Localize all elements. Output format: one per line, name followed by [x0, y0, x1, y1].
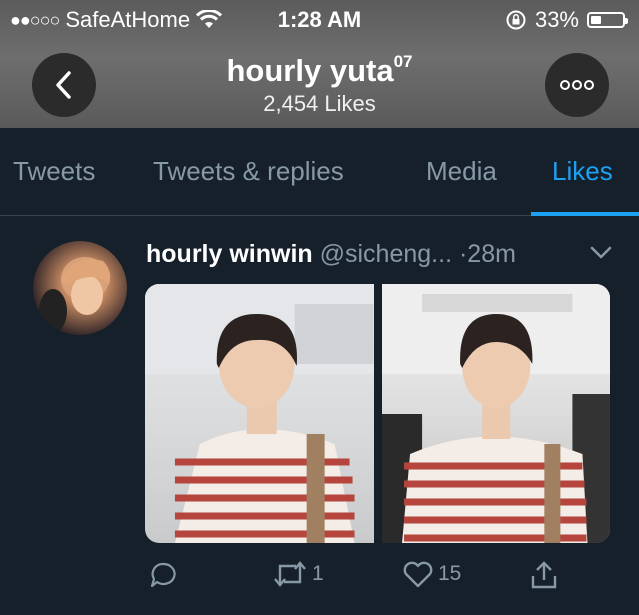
heart-icon	[403, 561, 433, 588]
tweet-actions: 1 15	[0, 560, 639, 594]
retweet-count: 1	[312, 562, 324, 585]
retweet-icon	[274, 561, 306, 587]
likes-count: 2,454 Likes	[263, 91, 376, 116]
tweet-author-handle[interactable]: @sicheng...	[320, 240, 452, 268]
tweet-photo-2[interactable]	[381, 284, 610, 543]
tab-tweets-and-replies[interactable]: Tweets & replies	[153, 156, 344, 187]
share-icon	[531, 561, 557, 589]
page-title: hourly yuta07	[0, 52, 639, 89]
status-right: 33%	[505, 0, 628, 40]
battery-level	[591, 16, 601, 24]
tab-media[interactable]: Media	[426, 156, 497, 187]
avatar-image	[39, 257, 111, 333]
tab-likes[interactable]: Likes	[552, 156, 613, 187]
profile-name-superscript: 07	[393, 52, 413, 71]
share-button[interactable]	[530, 560, 558, 590]
avatar[interactable]	[33, 241, 127, 335]
profile-title-block: hourly yuta07 2,454 Likes	[0, 52, 639, 117]
profile-tabs: Tweets Tweets & replies Media Likes	[0, 128, 639, 216]
tweet-media	[145, 284, 610, 543]
more-icon	[560, 80, 594, 90]
status-bar: ●●○○○ SafeAtHome 1:28 AM 33%	[0, 0, 639, 40]
tab-tweets[interactable]: Tweets	[13, 156, 95, 187]
tweet-timestamp[interactable]: 28m	[467, 240, 516, 268]
battery-icon	[587, 12, 628, 28]
chevron-down-icon[interactable]	[590, 246, 612, 260]
tweet-photo-1[interactable]	[145, 284, 374, 543]
active-tab-indicator	[531, 212, 639, 216]
profile-header: ●●○○○ SafeAtHome 1:28 AM 33% hourly yuta…	[0, 0, 639, 128]
reply-icon	[150, 562, 176, 588]
tweet-author-name[interactable]: hourly winwin	[146, 240, 313, 268]
like-button[interactable]: 15	[402, 560, 461, 588]
photo-1-image	[145, 284, 374, 543]
battery-percent: 33%	[534, 7, 579, 32]
reply-button[interactable]	[148, 560, 182, 590]
tweet-header: hourly winwin @sicheng... ·28m	[146, 240, 516, 269]
profile-name: hourly yuta	[226, 53, 394, 88]
more-options-button[interactable]	[545, 53, 609, 117]
retweet-button[interactable]: 1	[272, 560, 324, 588]
like-count: 15	[438, 562, 462, 585]
photo-2-image	[381, 284, 610, 543]
rotation-lock-icon	[506, 10, 526, 30]
